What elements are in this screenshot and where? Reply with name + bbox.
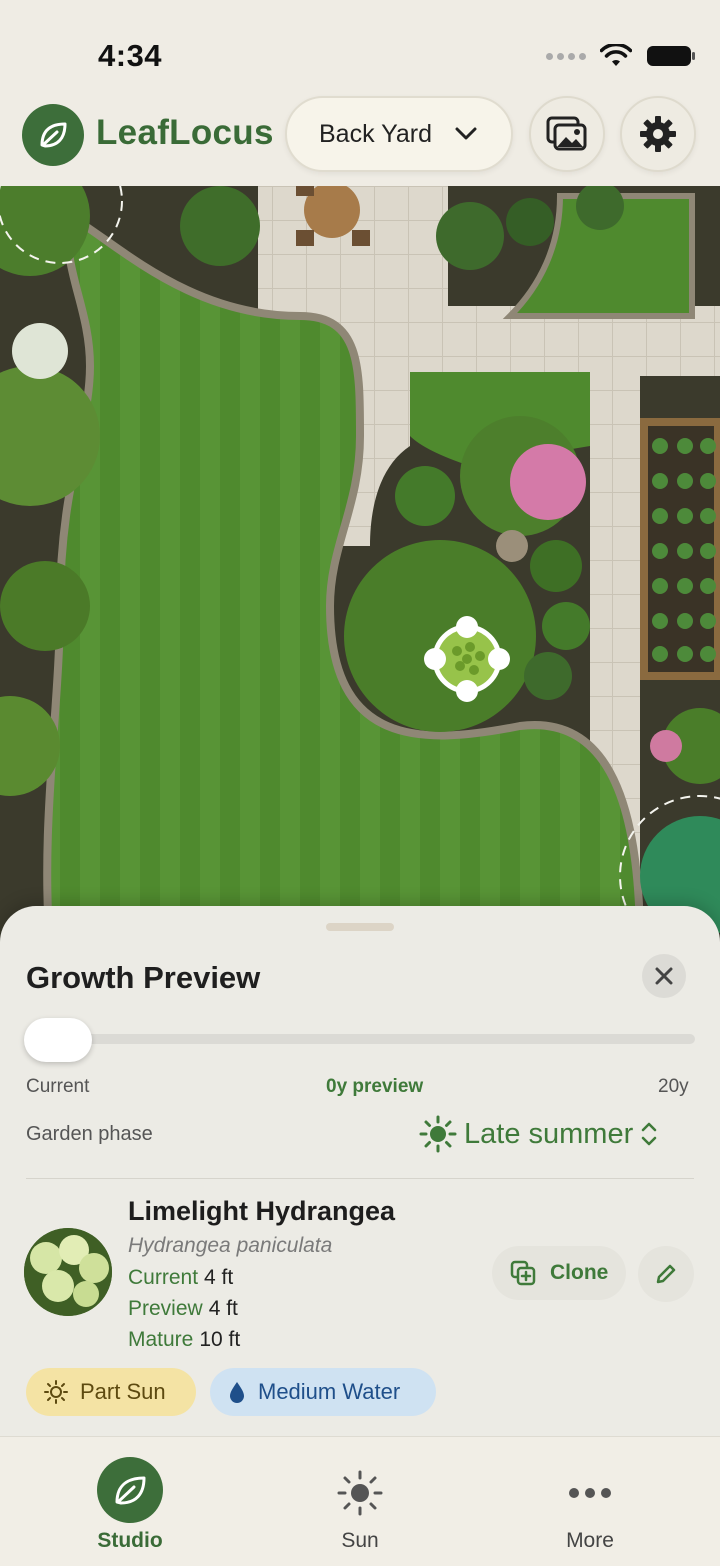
- cellular-dots-icon: [546, 52, 586, 60]
- sheet-title: Growth Preview: [26, 960, 261, 995]
- plant-scientific-name: Hydrangea paniculata: [128, 1234, 333, 1257]
- garden-phase-value: Late summer: [464, 1117, 634, 1150]
- plant-stat-preview: Preview 4 ft: [128, 1297, 238, 1320]
- sheet-drag-handle[interactable]: [326, 923, 394, 931]
- chevron-down-icon: [455, 127, 477, 140]
- close-icon: [655, 967, 673, 985]
- plant-stat-mature: Mature 10 ft: [128, 1328, 241, 1351]
- settings-button[interactable]: [620, 96, 696, 172]
- photo-gallery-icon: [546, 116, 587, 151]
- yard-selector-label: Back Yard: [319, 119, 433, 148]
- wifi-icon: [600, 44, 632, 66]
- sun-icon: [337, 1470, 383, 1516]
- app-logo[interactable]: [22, 104, 84, 166]
- plant-name: Limelight Hydrangea: [128, 1196, 396, 1226]
- more-icon: [569, 1488, 611, 1498]
- top-bar: 4:34 LeafLocus Back Yard: [0, 0, 720, 186]
- sun-icon: [419, 1115, 457, 1153]
- water-requirement-label: Medium Water: [258, 1379, 401, 1404]
- hydrangea-photo: [24, 1228, 112, 1316]
- tab-studio-label: Studio: [97, 1529, 163, 1552]
- photo-gallery-button[interactable]: [529, 96, 605, 172]
- growth-timeline-thumb[interactable]: [24, 1018, 92, 1062]
- plant-stat-current: Current 4 ft: [128, 1266, 234, 1289]
- tab-studio[interactable]: Studio: [30, 1437, 230, 1566]
- status-time: 4:34: [98, 38, 163, 73]
- studio-tab-icon-bg: [97, 1457, 163, 1523]
- clone-button[interactable]: Clone: [492, 1246, 626, 1300]
- timeline-end-label: 20y: [658, 1076, 689, 1097]
- leaf-icon: [115, 1476, 146, 1505]
- tab-sun[interactable]: Sun: [260, 1437, 460, 1566]
- garden-aerial-image: [0, 186, 720, 946]
- close-button[interactable]: [642, 954, 686, 998]
- tab-more-label: More: [566, 1529, 614, 1552]
- pencil-icon: [656, 1264, 676, 1284]
- water-requirement-badge: Medium Water: [210, 1368, 436, 1416]
- leaf-icon: [40, 122, 67, 148]
- garden-phase-label: Garden phase: [26, 1123, 153, 1145]
- more-tab-icon-wrap: [562, 1465, 618, 1521]
- sun-requirement-label: Part Sun: [80, 1379, 166, 1404]
- clone-button-label: Clone: [550, 1261, 609, 1284]
- water-drop-icon: [230, 1382, 244, 1403]
- battery-icon: [647, 46, 695, 66]
- app-title: LeafLocus: [96, 113, 274, 152]
- sun-requirement-badge: Part Sun: [26, 1368, 196, 1416]
- plant-thumbnail: [24, 1228, 112, 1316]
- tab-more[interactable]: More: [490, 1437, 690, 1566]
- timeline-start-label: Current: [26, 1076, 90, 1097]
- chevron-up-down-icon: [641, 1122, 657, 1146]
- clone-icon: [510, 1260, 536, 1286]
- sun-tab-icon-wrap: [332, 1465, 388, 1521]
- gear-icon: [640, 116, 676, 152]
- status-icons: [546, 44, 696, 68]
- sun-icon: [44, 1380, 68, 1404]
- growth-preview-sheet: Growth Preview Current 0y preview 20y Ga…: [0, 906, 720, 1466]
- tab-sun-label: Sun: [341, 1529, 379, 1552]
- tab-bar: Studio Sun More: [0, 1436, 720, 1566]
- divider: [26, 1178, 694, 1179]
- edit-button[interactable]: [638, 1246, 694, 1302]
- garden-map[interactable]: [0, 186, 720, 946]
- timeline-preview-label: 0y preview: [326, 1076, 424, 1097]
- garden-phase-selector[interactable]: Late summer: [418, 1114, 659, 1154]
- yard-selector[interactable]: Back Yard: [285, 96, 513, 172]
- growth-timeline-track[interactable]: [30, 1034, 695, 1044]
